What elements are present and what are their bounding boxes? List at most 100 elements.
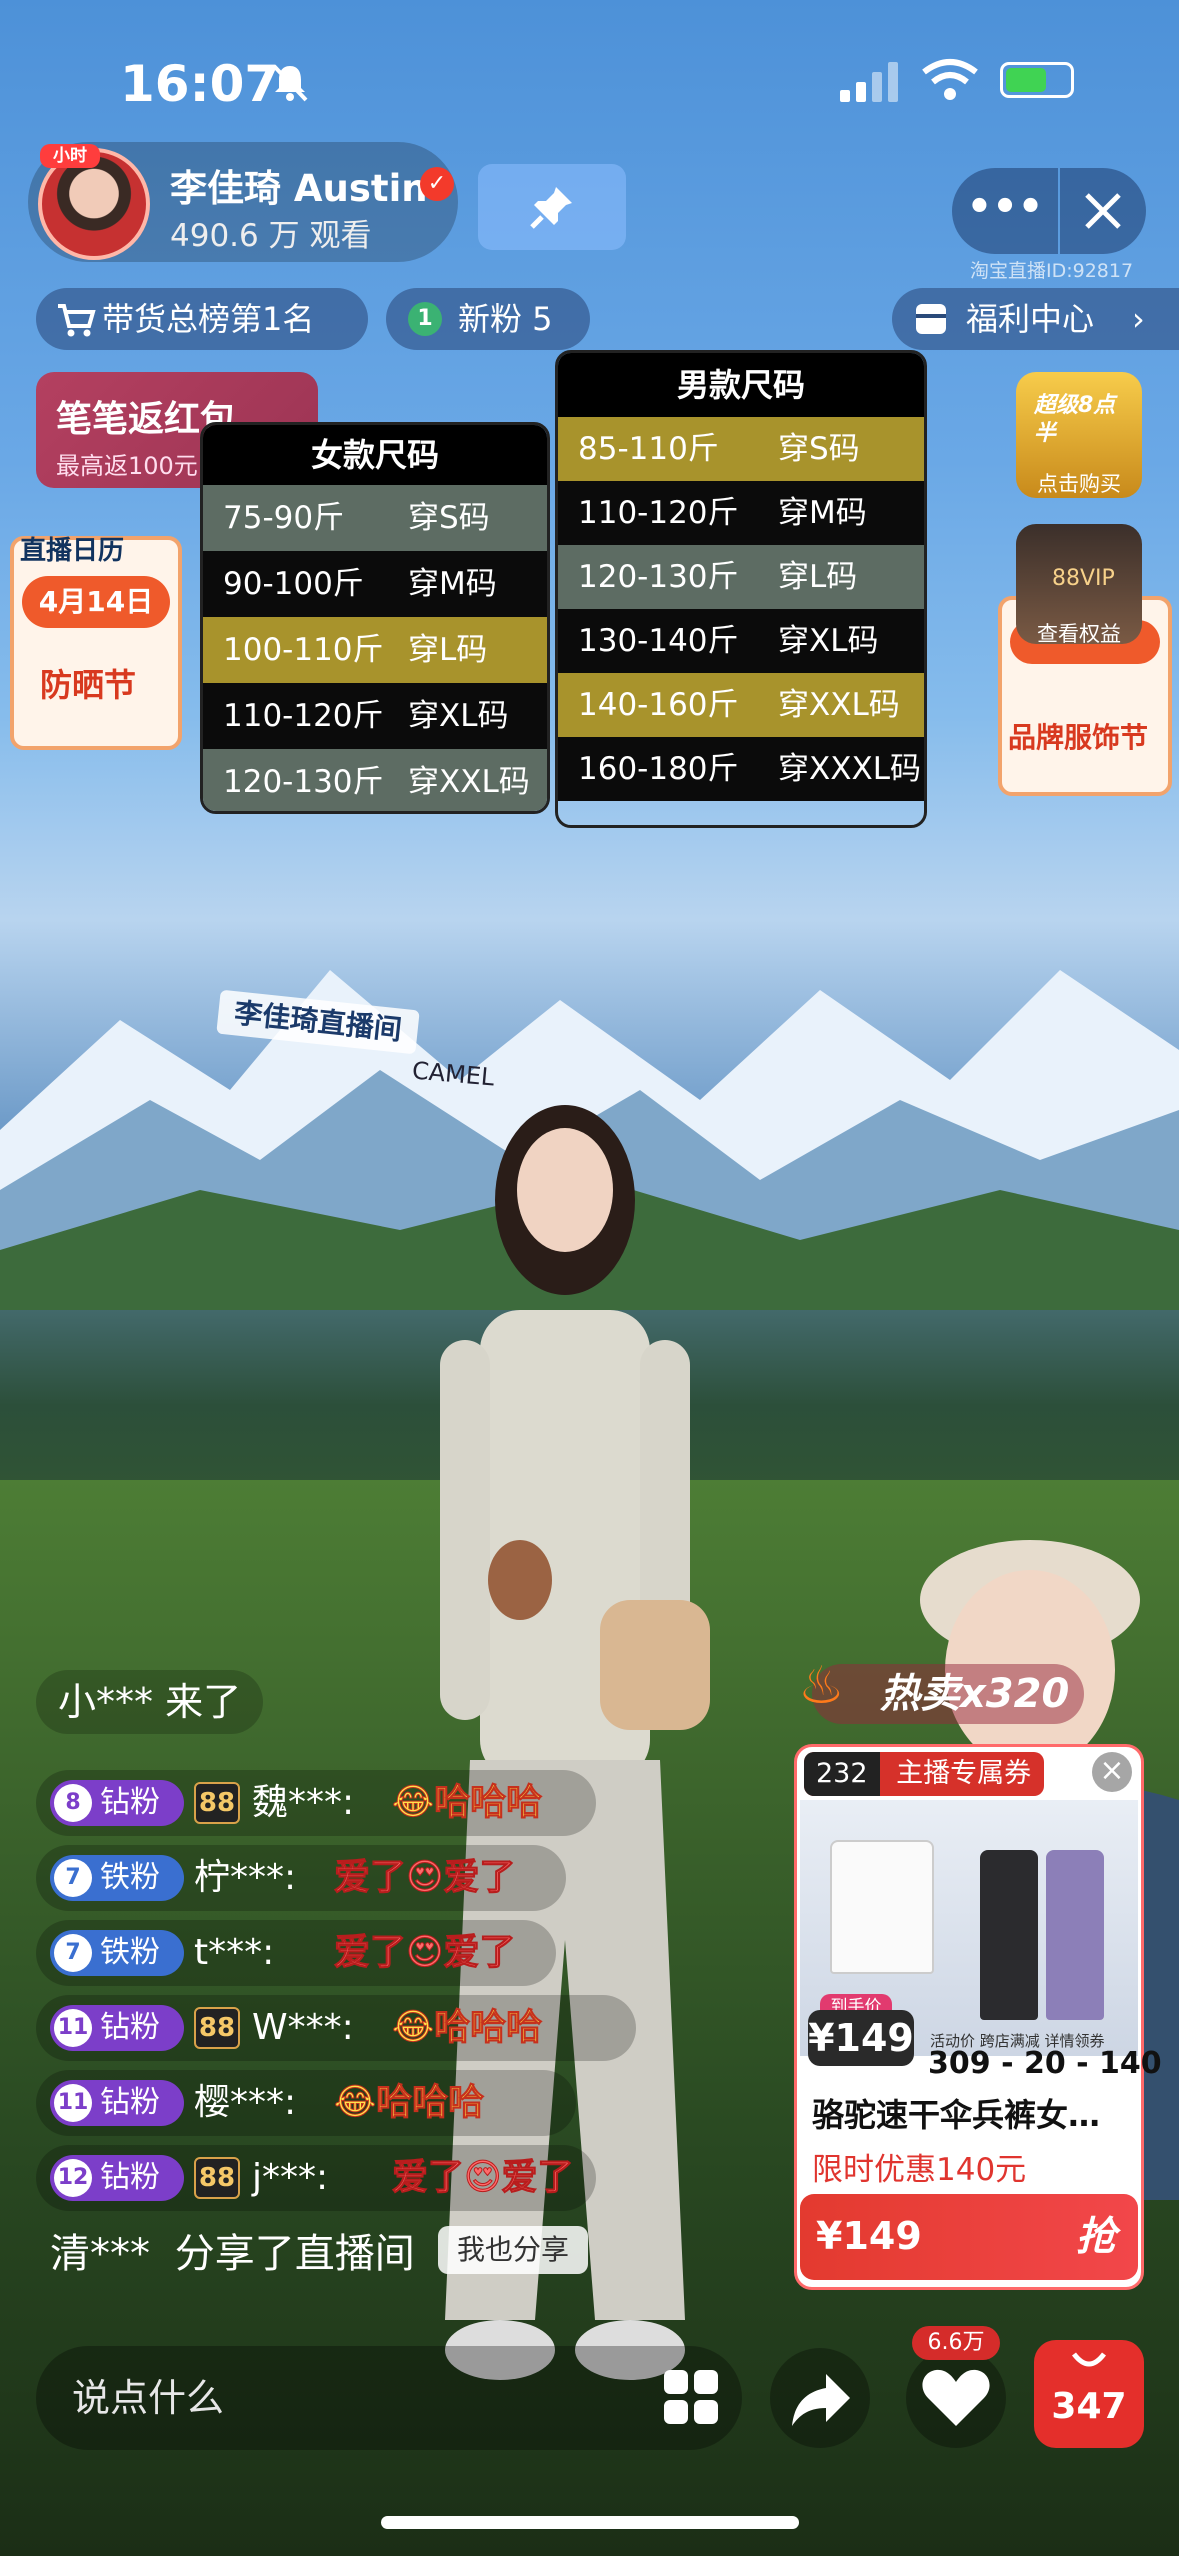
product-title[interactable]: 骆驼速干伞兵裤女…: [812, 2090, 1132, 2136]
product-pants-purple: [1046, 1850, 1104, 2020]
fan-level-badge: 7 铁粉: [50, 1930, 184, 1976]
pin-icon: [530, 187, 572, 229]
fan-level-number: 11: [54, 2084, 92, 2122]
chat-text: 😂哈哈哈: [391, 2007, 543, 2049]
weight-range: 120-130斤: [223, 764, 384, 800]
weight-range: 140-160斤: [578, 687, 739, 723]
size-row: 100-110斤 穿L码: [203, 617, 547, 683]
chat-username[interactable]: 柠***:: [194, 1845, 296, 1911]
final-price: ¥149: [808, 2010, 914, 2066]
size-label: 穿XXL码: [408, 764, 530, 800]
fan-level-label: 铁粉: [100, 1935, 160, 1970]
calendar-date: 4月14日: [22, 576, 170, 628]
fan-level-label: 钻粉: [100, 1785, 160, 1820]
buy-price: ¥149: [816, 2214, 922, 2258]
gift-icon: [916, 304, 946, 334]
vip-88-badge: 88VIP: [1052, 566, 1115, 591]
chat-username[interactable]: W***:: [252, 1995, 354, 2061]
chat-message[interactable]: 7 铁粉 t***: 爱了😍爱了: [36, 1920, 556, 1986]
chat-username[interactable]: j***:: [252, 2145, 328, 2211]
size-row: 75-90斤 穿S码: [203, 485, 547, 551]
bell-muted-icon: [272, 64, 308, 102]
men-chart-title: 男款尺码: [558, 353, 924, 417]
vip88-badge: 88: [194, 2007, 240, 2049]
close-button[interactable]: [1060, 168, 1146, 254]
size-row: 110-120斤 穿XL码: [203, 683, 547, 749]
me-too-share-button[interactable]: 我也分享: [438, 2226, 588, 2274]
host-name[interactable]: 李佳琦 Austin: [170, 158, 428, 212]
like-button[interactable]: [906, 2348, 1006, 2448]
pin-button[interactable]: [478, 164, 626, 250]
super-830-label: 点击购买: [1037, 472, 1121, 496]
chat-text: 爱了😍爱了: [392, 2157, 575, 2199]
fan-level-label: 钻粉: [100, 2160, 160, 2195]
home-indicator[interactable]: [381, 2516, 799, 2529]
weight-range: 100-110斤: [223, 632, 384, 668]
size-label: 穿S码: [408, 500, 490, 536]
apps-grid-icon[interactable]: [660, 2366, 722, 2428]
fan-level-number: 7: [54, 1859, 92, 1897]
size-label: 穿XL码: [408, 698, 509, 734]
live-calendar-card[interactable]: [10, 536, 182, 750]
status-time: 16:07: [120, 55, 280, 113]
sales-rank-chip[interactable]: 带货总榜第1名: [36, 288, 368, 350]
coupon-label: 主播专属券: [896, 1758, 1032, 1789]
new-fans-label: 新粉 5: [458, 300, 553, 338]
size-row: 140-160斤 穿XXL码: [558, 673, 924, 737]
hot-sale-label: 热卖x320: [880, 1671, 1070, 1717]
product-close-icon[interactable]: ×: [1092, 1752, 1132, 1792]
share-arrow-icon: [792, 2374, 850, 2426]
share-user: 清***: [50, 2231, 150, 2277]
close-icon: [1085, 193, 1121, 229]
grab-button[interactable]: 抢: [1060, 2202, 1132, 2272]
size-label: 穿XXL码: [778, 687, 900, 723]
chat-text: 😂哈哈哈: [391, 1782, 543, 1824]
chat-username[interactable]: 魏***:: [252, 1770, 354, 1836]
size-row: 160-180斤 穿XXXL码: [558, 737, 924, 801]
cellular-signal-icon: [840, 62, 898, 102]
chat-message[interactable]: 8 钻粉 88 魏***: 😂哈哈哈: [36, 1770, 596, 1836]
sales-rank-label: 带货总榜第1名: [102, 300, 315, 338]
vip-88-label: 查看权益: [1037, 622, 1121, 646]
weight-range: 160-180斤: [578, 751, 739, 787]
product-offer: 限时优惠140元: [812, 2152, 1027, 2188]
chevron-right-icon: ›: [1132, 300, 1145, 338]
fan-level-label: 钻粉: [100, 2010, 160, 2045]
price-breakdown: 309 - 20 - 140: [928, 2046, 1162, 2081]
chat-username[interactable]: t***:: [194, 1920, 274, 1986]
comment-input[interactable]: 说点什么: [36, 2346, 742, 2450]
wifi-icon: [922, 59, 978, 100]
size-row: 110-120斤 穿M码: [558, 481, 924, 545]
host-coupon[interactable]: 232 主播专属券: [804, 1752, 1044, 1796]
more-options-button[interactable]: •••: [952, 168, 1058, 254]
size-row: 90-100斤 穿M码: [203, 551, 547, 617]
chat-message[interactable]: 12 钻粉 88 j***: 爱了😍爱了: [36, 2145, 596, 2211]
size-label: 穿L码: [408, 632, 488, 668]
welfare-center-chip[interactable]: 福利中心 ›: [892, 288, 1179, 350]
new-fans-chip[interactable]: 1 新粉 5: [386, 288, 590, 350]
calendar-heading: 直播日历: [20, 536, 125, 566]
fan-level-badge: 11 钻粉: [50, 2005, 184, 2051]
chat-username[interactable]: 樱***:: [194, 2070, 296, 2136]
comment-placeholder: 说点什么: [72, 2376, 225, 2420]
viewer-count: 490.6 万 观看: [170, 218, 372, 254]
chat-text: 😂哈哈哈: [333, 2082, 485, 2124]
new-fans-icon: 1: [408, 302, 442, 336]
size-label: 穿S码: [778, 431, 860, 467]
chat-message[interactable]: 7 铁粉 柠***: 爱了😍爱了: [36, 1845, 566, 1911]
fan-level-badge: 8 钻粉: [50, 1780, 184, 1826]
chat-message[interactable]: 11 钻粉 樱***: 😂哈哈哈: [36, 2070, 576, 2136]
coupon-amount: 232: [804, 1752, 880, 1796]
cart-icon: [58, 304, 96, 337]
share-text: 分享了直播间: [174, 2231, 415, 2277]
size-row: 120-130斤 穿L码: [558, 545, 924, 609]
redpacket-subtitle: 最高返100元: [56, 452, 198, 480]
fan-level-number: 12: [54, 2159, 92, 2197]
share-button[interactable]: [770, 2348, 870, 2448]
like-count: 6.6万: [912, 2326, 1000, 2360]
chat-message[interactable]: 11 钻粉 88 W***: 😂哈哈哈: [36, 1995, 636, 2061]
weight-range: 130-140斤: [578, 623, 739, 659]
weight-range: 110-120斤: [578, 495, 739, 531]
size-label: 穿L码: [778, 559, 858, 595]
fan-level-label: 铁粉: [100, 1860, 160, 1895]
